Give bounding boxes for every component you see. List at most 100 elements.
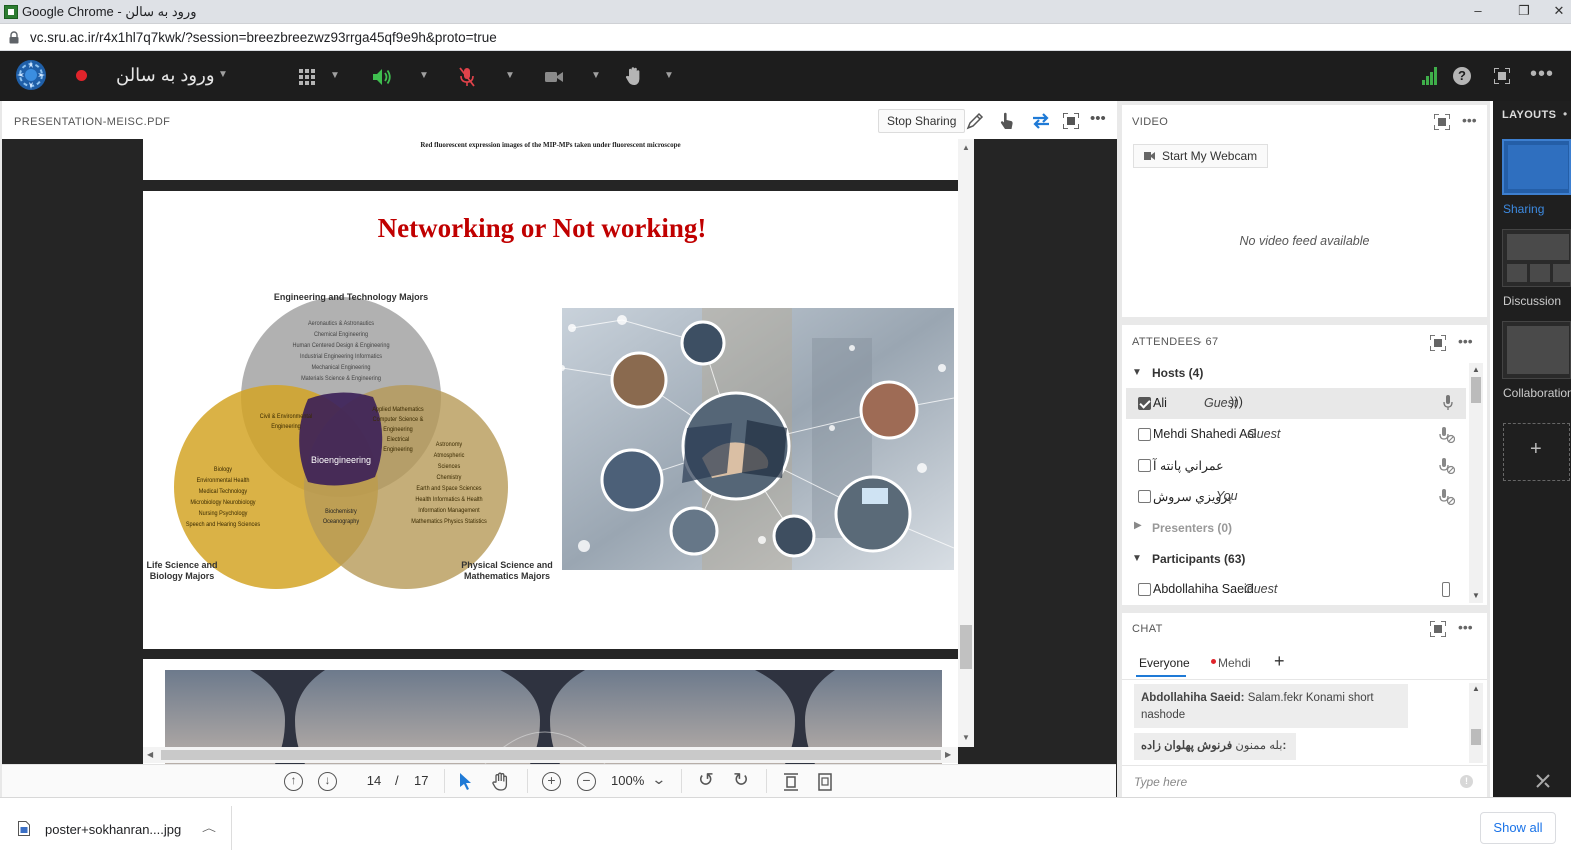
zoom-level[interactable]: 100%: [611, 773, 644, 788]
mic-disabled-icon[interactable]: [1439, 458, 1455, 474]
stop-sharing-button[interactable]: Stop Sharing: [878, 109, 966, 133]
attendee-checkbox[interactable]: [1138, 397, 1151, 410]
mic-chevron-down-icon[interactable]: ▼: [505, 70, 515, 81]
chat-maximize-icon[interactable]: [1430, 621, 1446, 637]
layout-label-collaboration[interactable]: Collaboration: [1503, 386, 1571, 400]
layout-thumbnail-sharing[interactable]: [1502, 139, 1571, 195]
attendee-checkbox[interactable]: [1138, 583, 1151, 596]
attendees-maximize-icon[interactable]: [1430, 335, 1446, 351]
horizontal-scroll-thumb[interactable]: [161, 750, 941, 760]
start-webcam-button[interactable]: Start My Webcam: [1133, 144, 1269, 168]
zoom-out-icon[interactable]: −: [577, 772, 596, 791]
attendee-checkbox[interactable]: [1138, 428, 1151, 441]
scroll-right-arrow-icon[interactable]: ▶: [945, 750, 951, 759]
chat-info-icon[interactable]: !: [1460, 775, 1473, 788]
rotate-right-icon[interactable]: ↻: [730, 771, 752, 793]
hosts-chevron-down-icon[interactable]: ▼: [1132, 367, 1142, 378]
show-all-button[interactable]: Show all: [1480, 812, 1556, 844]
layout-edit-tools-icon[interactable]: [1535, 773, 1551, 789]
attendee-row-mehdi[interactable]: Mehdi Shahedi Asl Guest: [1126, 419, 1466, 450]
draw-pen-icon[interactable]: [966, 112, 984, 130]
url-text[interactable]: vc.sru.ac.ir/r4x1hl7q7kwk/?session=breez…: [30, 30, 497, 45]
attendee-row-abdollahiha[interactable]: Abdollahiha Saeid Guest: [1126, 574, 1466, 605]
sync-arrows-icon[interactable]: [1031, 113, 1051, 129]
address-bar[interactable]: vc.sru.ac.ir/r4x1hl7q7kwk/?session=breez…: [0, 25, 1571, 51]
attendee-checkbox[interactable]: [1138, 459, 1151, 472]
recording-indicator-icon[interactable]: [76, 70, 87, 81]
scroll-left-arrow-icon[interactable]: ◀: [147, 750, 153, 759]
share-pod-menu-icon[interactable]: •••: [1090, 110, 1106, 127]
layout-thumbnail-collaboration[interactable]: [1502, 321, 1571, 379]
mic-disabled-icon[interactable]: [1439, 489, 1455, 505]
document-viewer[interactable]: Red fluorescent expression images of the…: [2, 139, 1116, 764]
layout-label-discussion[interactable]: Discussion: [1503, 294, 1561, 308]
camera-icon[interactable]: [545, 71, 563, 83]
downloaded-file-name[interactable]: poster+sokhanran....jpg: [45, 822, 181, 837]
next-page-icon[interactable]: ↓: [318, 772, 337, 791]
layout-thumbnail-discussion[interactable]: [1502, 229, 1571, 287]
select-cursor-icon[interactable]: [459, 772, 473, 790]
attendee-checkbox[interactable]: [1138, 490, 1151, 503]
more-options-icon[interactable]: •••: [1530, 63, 1554, 86]
raise-hand-icon[interactable]: [625, 66, 643, 86]
room-menu-chevron-down-icon[interactable]: ▼: [218, 69, 228, 80]
hosts-group-label[interactable]: Hosts (4): [1152, 366, 1203, 380]
scroll-up-arrow-icon[interactable]: ▲: [962, 143, 970, 152]
previous-page-icon[interactable]: ↑: [284, 772, 303, 791]
add-layout-button[interactable]: +: [1503, 423, 1570, 481]
pan-hand-icon[interactable]: [492, 772, 510, 791]
scroll-down-arrow-icon[interactable]: ▼: [962, 733, 970, 742]
add-chat-tab-button[interactable]: +: [1274, 651, 1285, 672]
attendees-scrollbar[interactable]: ▲ ▼: [1469, 363, 1483, 603]
chat-tab-mehdi[interactable]: Mehdi: [1218, 656, 1251, 670]
attendee-row-self[interactable]: پرويزي سروش You: [1126, 481, 1466, 512]
layout-label-sharing[interactable]: Sharing: [1503, 202, 1544, 216]
attendee-row-ali[interactable]: Ali Guest ))): [1126, 388, 1466, 419]
chat-scroll-up-icon[interactable]: ▲: [1472, 684, 1480, 693]
attendees-scroll-down-icon[interactable]: ▼: [1472, 591, 1480, 600]
fit-page-icon[interactable]: [818, 773, 832, 791]
rotate-left-icon[interactable]: ↺: [695, 771, 717, 793]
mic-disabled-icon[interactable]: [1439, 427, 1455, 443]
mic-icon[interactable]: [1443, 395, 1453, 411]
restore-button[interactable]: ❐: [1501, 0, 1547, 24]
minimize-button[interactable]: –: [1455, 0, 1501, 24]
attendees-pod-menu-icon[interactable]: •••: [1458, 333, 1473, 349]
presenters-chevron-right-icon[interactable]: ▶: [1134, 520, 1142, 531]
fit-width-icon[interactable]: [784, 773, 798, 791]
mic-muted-icon[interactable]: [459, 67, 475, 87]
chat-tab-everyone[interactable]: Everyone: [1139, 656, 1190, 670]
zoom-chevron-down-icon[interactable]: ⌄: [651, 771, 666, 788]
chat-scroll-thumb[interactable]: [1471, 729, 1481, 745]
connection-signal-icon[interactable]: [1422, 67, 1438, 85]
attendees-scroll-up-icon[interactable]: ▲: [1472, 365, 1480, 374]
horizontal-scrollbar[interactable]: ◀ ▶: [143, 747, 958, 763]
speaker-icon[interactable]: [372, 68, 392, 86]
apps-chevron-down-icon[interactable]: ▼: [330, 70, 340, 81]
help-icon[interactable]: ?: [1453, 67, 1471, 85]
attendees-scroll-thumb[interactable]: [1471, 377, 1481, 403]
layouts-menu-icon[interactable]: •: [1563, 107, 1567, 121]
chat-pod-menu-icon[interactable]: •••: [1458, 619, 1473, 635]
presenters-group-label[interactable]: Presenters (0): [1152, 521, 1232, 535]
pointer-hand-icon[interactable]: [998, 112, 1016, 130]
vertical-scrollbar[interactable]: ▲ ▼: [958, 139, 974, 747]
apps-grid-icon[interactable]: [299, 69, 315, 85]
fullscreen-icon[interactable]: [1494, 68, 1510, 84]
camera-chevron-down-icon[interactable]: ▼: [591, 70, 601, 81]
maximize-pod-icon[interactable]: [1063, 113, 1079, 129]
participants-group-label[interactable]: Participants (63): [1152, 552, 1245, 566]
video-pod-menu-icon[interactable]: •••: [1462, 112, 1477, 128]
participants-chevron-down-icon[interactable]: ▼: [1132, 553, 1142, 564]
video-maximize-icon[interactable]: [1434, 114, 1450, 130]
raise-hand-chevron-down-icon[interactable]: ▼: [664, 70, 674, 81]
chat-scrollbar[interactable]: ▲: [1469, 683, 1483, 763]
speaker-chevron-down-icon[interactable]: ▼: [419, 70, 429, 81]
download-menu-chevron-up-icon[interactable]: ︿: [202, 821, 216, 835]
vertical-scroll-thumb[interactable]: [960, 625, 972, 669]
page-number-input[interactable]: 14: [360, 773, 388, 788]
zoom-in-icon[interactable]: +: [542, 772, 561, 791]
chat-input[interactable]: Type here !: [1122, 765, 1487, 797]
attendee-row-omrani[interactable]: عمراني پانته آ: [1126, 450, 1466, 481]
close-button[interactable]: ✕: [1547, 0, 1571, 24]
